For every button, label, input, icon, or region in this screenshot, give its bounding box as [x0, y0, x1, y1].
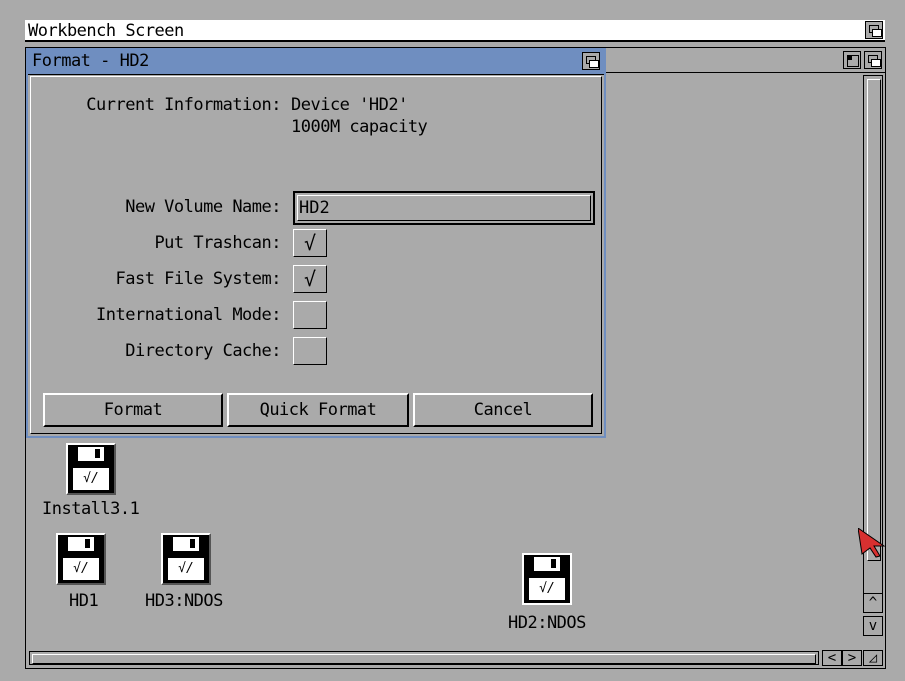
icon-label: HD2:NDOS — [508, 613, 586, 633]
scroll-left-arrow-icon[interactable]: < — [822, 650, 842, 666]
screen-title: Workbench Screen — [28, 21, 184, 41]
capacity-line: 1000M capacity — [291, 117, 428, 137]
volume-name-field[interactable] — [293, 191, 595, 225]
put-trashcan-checkbox[interactable]: √ — [293, 229, 327, 257]
screen-title-bar[interactable]: Workbench Screen — [25, 20, 885, 42]
floppy-disk-icon: √/ — [56, 533, 106, 585]
horizontal-scroll-knob[interactable] — [32, 654, 816, 664]
disk-icon-install[interactable]: √/ Install3.1 — [40, 443, 140, 523]
format-window-titlebar[interactable]: Format - HD2 — [28, 50, 604, 75]
quick-format-button[interactable]: Quick Format — [227, 393, 409, 427]
resize-gadget-icon[interactable]: ◿ — [863, 650, 883, 666]
directory-cache-label: Directory Cache: — [125, 341, 281, 361]
cancel-button[interactable]: Cancel — [413, 393, 593, 427]
current-info-label: Current Information: — [86, 95, 281, 115]
international-mode-checkbox[interactable] — [293, 301, 327, 329]
format-window-title: Format - HD2 — [32, 51, 149, 71]
directory-cache-checkbox[interactable] — [293, 337, 327, 365]
international-mode-label: International Mode: — [96, 305, 281, 325]
floppy-disk-icon: √/ — [161, 533, 211, 585]
checkmark-icon: √ — [303, 231, 317, 255]
volume-name-input[interactable] — [299, 197, 579, 219]
fast-file-system-label: Fast File System: — [115, 269, 282, 289]
vertical-scroll-knob[interactable] — [867, 79, 881, 561]
window-depth-gadget-icon[interactable] — [864, 51, 882, 69]
zoom-gadget-icon[interactable] — [843, 51, 861, 69]
checkmark-icon: √ — [303, 267, 317, 291]
scroll-up-arrow-icon[interactable]: ^ — [863, 593, 883, 613]
disk-icon-hd1[interactable]: √/ HD1 — [50, 533, 120, 613]
mouse-pointer-icon — [858, 528, 886, 558]
format-depth-gadget-icon[interactable] — [582, 52, 600, 70]
scroll-down-arrow-icon[interactable]: v — [863, 616, 883, 636]
icon-label: HD1 — [69, 591, 99, 611]
disk-icon-hd3-ndos[interactable]: √/ HD3:NDOS — [143, 533, 243, 613]
fast-file-system-checkbox[interactable]: √ — [293, 265, 327, 293]
disk-icon-hd2-ndos[interactable]: √/ HD2:NDOS — [504, 553, 604, 633]
screen-depth-gadget-icon[interactable] — [865, 21, 883, 39]
floppy-disk-icon: √/ — [522, 553, 572, 605]
icon-label: HD3:NDOS — [145, 591, 223, 611]
volume-name-label: New Volume Name: — [125, 197, 281, 217]
format-window: Format - HD2 Current Information: Device… — [26, 48, 606, 438]
icon-label: Install3.1 — [42, 499, 140, 519]
device-line: Device 'HD2' — [291, 95, 408, 115]
horizontal-scrollbar[interactable] — [29, 651, 819, 665]
format-window-body: Current Information: Device 'HD2' 1000M … — [30, 76, 602, 434]
format-button[interactable]: Format — [43, 393, 223, 427]
floppy-disk-icon: √/ — [66, 443, 116, 495]
scroll-right-arrow-icon[interactable]: > — [842, 650, 862, 666]
put-trashcan-label: Put Trashcan: — [154, 233, 281, 253]
